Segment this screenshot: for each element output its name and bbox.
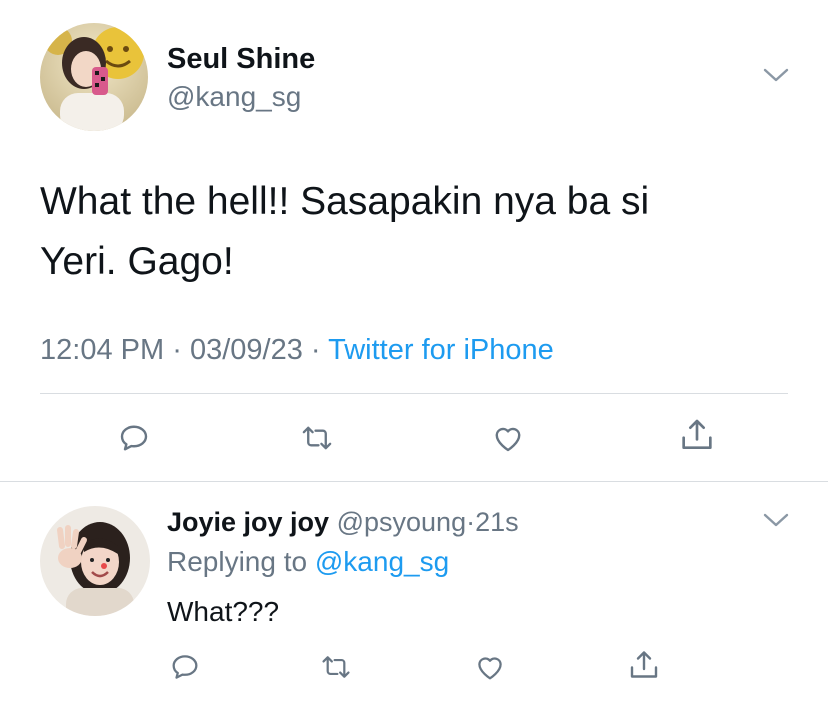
- tweet-text: What the hell!! Sasapakin nya ba si Yeri…: [40, 172, 649, 292]
- tweet-source-link[interactable]: Twitter for iPhone: [328, 334, 554, 366]
- reply-header: Joyie joy joy @psyoung·21s: [167, 506, 519, 538]
- divider: [40, 393, 788, 394]
- tweet-text-line: What the hell!! Sasapakin nya ba si: [40, 180, 650, 223]
- author-avatar[interactable]: [40, 23, 148, 131]
- retweet-icon[interactable]: [298, 420, 336, 456]
- meta-separator: ·: [466, 507, 476, 537]
- chevron-down-icon[interactable]: [762, 511, 790, 529]
- like-icon[interactable]: [489, 420, 527, 456]
- author-handle[interactable]: @kang_sg: [167, 80, 301, 114]
- tweet-date[interactable]: 03/09/23: [190, 334, 303, 366]
- divider: [0, 481, 828, 482]
- reply-text: What???: [167, 596, 280, 627]
- reply-author-handle[interactable]: @psyoung: [337, 507, 467, 537]
- share-icon[interactable]: [626, 647, 662, 685]
- replying-to-label: Replying to: [167, 546, 308, 577]
- meta-separator: ·: [310, 334, 321, 366]
- reply-author-name[interactable]: Joyie joy joy: [167, 507, 329, 537]
- like-icon[interactable]: [472, 650, 508, 684]
- chevron-down-icon[interactable]: [762, 66, 790, 84]
- replying-to-handle[interactable]: @kang_sg: [315, 546, 449, 577]
- meta-separator: ·: [172, 334, 182, 366]
- reply-author-avatar[interactable]: [40, 506, 150, 616]
- reply-age[interactable]: 21s: [475, 507, 519, 537]
- reply-icon[interactable]: [116, 420, 152, 456]
- tweet-time[interactable]: 12:04 PM: [40, 334, 164, 366]
- replying-to: Replying to @kang_sg: [167, 546, 449, 578]
- share-icon[interactable]: [677, 416, 717, 456]
- reply-icon[interactable]: [168, 650, 202, 684]
- retweet-icon[interactable]: [318, 650, 354, 684]
- tweet-text-line: Yeri. Gago!: [40, 240, 234, 283]
- author-name[interactable]: Seul Shine: [167, 42, 315, 76]
- tweet-meta: 12:04 PM · 03/09/23 · Twitter for iPhone: [40, 332, 554, 368]
